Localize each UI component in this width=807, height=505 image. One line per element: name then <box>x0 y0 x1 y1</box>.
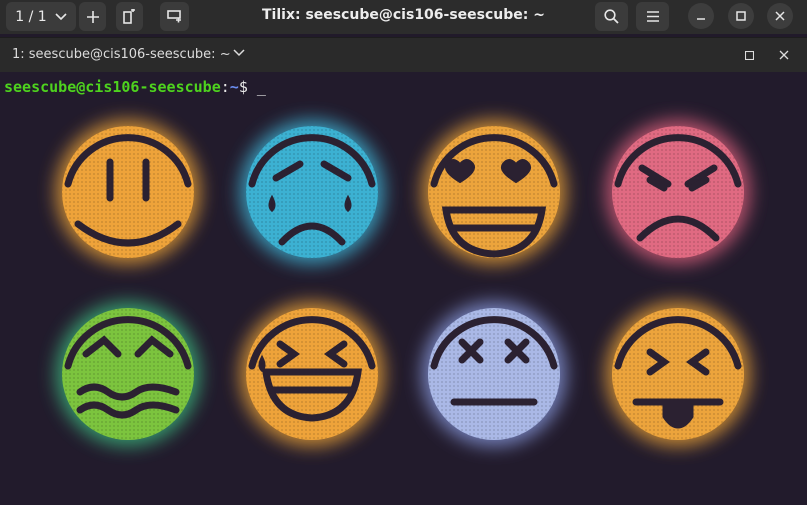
terminal-tab-bar: 1: seescube@cis106-seescube: ~ <box>0 37 807 73</box>
prompt-path: ~ <box>229 78 239 96</box>
prompt-user-host: seescube@cis106-seescube <box>4 78 221 96</box>
close-button[interactable] <box>767 3 793 29</box>
nauseated-face-icon <box>56 302 200 446</box>
chevron-down-icon[interactable] <box>233 49 245 57</box>
split-down-button[interactable] <box>160 2 189 31</box>
emoji-wallpaper <box>56 120 750 446</box>
menu-button[interactable] <box>636 2 669 31</box>
title-bar: 1 / 1 Tilix: seescube@cis106-seescube: ~ <box>0 0 807 34</box>
neutral-face-icon <box>56 120 200 264</box>
plus-icon <box>86 10 99 23</box>
search-button[interactable] <box>595 2 628 31</box>
crying-face-icon <box>240 120 384 264</box>
shell-prompt: seescube@cis106-seescube:~$ _ <box>4 78 266 96</box>
terminal-scrollbar[interactable] <box>801 72 807 505</box>
terminal-area[interactable]: seescube@cis106-seescube:~$ _ <box>0 72 807 505</box>
maximize-button[interactable] <box>728 3 754 29</box>
split-pane-icon <box>123 9 135 24</box>
maximize-icon[interactable] <box>745 51 754 60</box>
laughing-face-icon <box>240 302 384 446</box>
close-icon[interactable] <box>779 50 789 60</box>
minimize-icon <box>697 18 705 20</box>
terminal-tab-title[interactable]: 1: seescube@cis106-seescube: ~ <box>12 47 231 62</box>
session-label: 1 / 1 <box>15 8 47 25</box>
split-right-button[interactable] <box>116 2 143 31</box>
prompt-symbol: $ <box>238 78 248 96</box>
maximize-icon <box>736 11 746 21</box>
tongue-out-face-icon <box>606 302 750 446</box>
close-icon <box>775 11 785 21</box>
add-session-button[interactable] <box>79 2 106 31</box>
heart-eyes-face-icon <box>422 120 566 264</box>
session-switcher-button[interactable]: 1 / 1 <box>6 2 76 31</box>
hamburger-menu-icon <box>646 11 659 22</box>
text-cursor: _ <box>256 78 266 96</box>
add-terminal-icon <box>167 10 181 23</box>
dead-face-icon <box>422 302 566 446</box>
angry-face-icon <box>606 120 750 264</box>
minimize-button[interactable] <box>688 3 714 29</box>
chevron-down-icon <box>55 12 67 20</box>
prompt-separator: : <box>220 78 230 96</box>
search-icon <box>604 9 619 24</box>
